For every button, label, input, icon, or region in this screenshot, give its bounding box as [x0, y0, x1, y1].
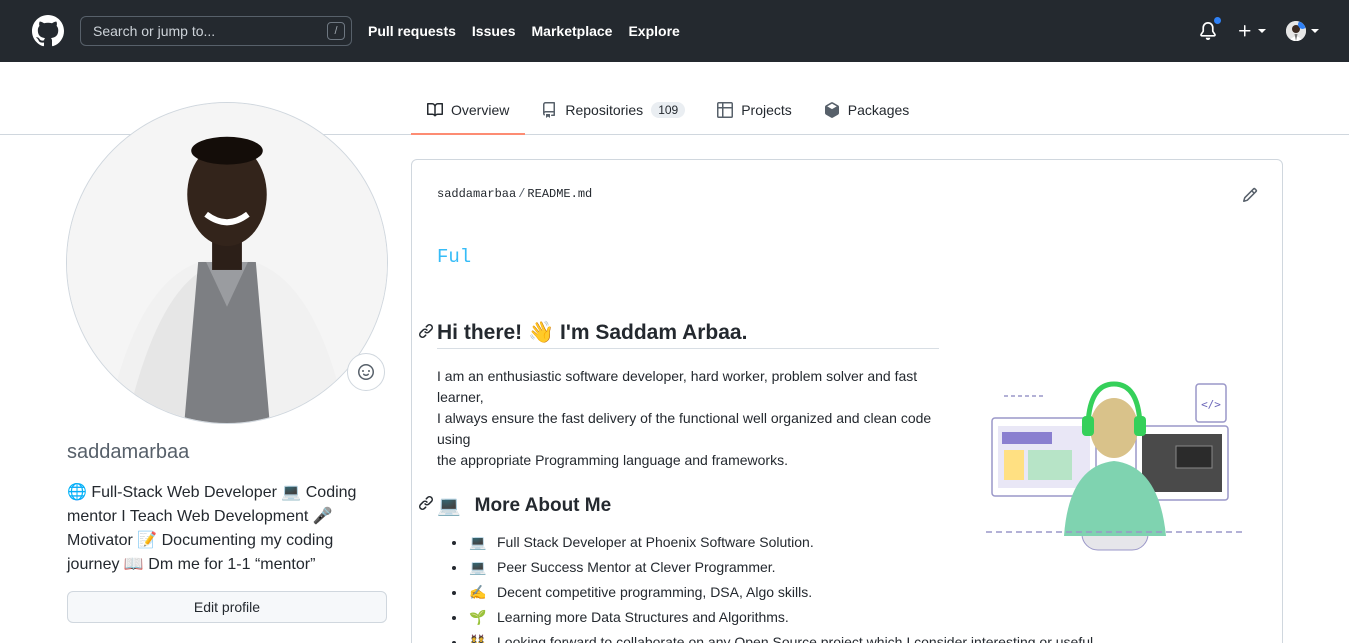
developer-illustration: </>: [986, 381, 1244, 551]
intro-line: the appropriate Programming language and…: [437, 452, 788, 468]
path-separator: /: [518, 187, 526, 201]
list-item: 🌱 Learning more Data Structures and Algor…: [467, 607, 1097, 632]
profile-username: saddamarbaa: [67, 441, 190, 463]
laptop-emoji: 💻: [437, 496, 461, 517]
search-placeholder: Search or jump to...: [93, 23, 216, 39]
more-about-heading: 💻 More About Me: [419, 494, 612, 518]
nav-explore[interactable]: Explore: [628, 23, 679, 39]
profile-avatar[interactable]: [66, 102, 388, 424]
global-nav: Pull requests Issues Marketplace Explore: [368, 0, 680, 62]
intro-line: learner,: [437, 389, 484, 405]
search-input[interactable]: Search or jump to... /: [80, 16, 352, 46]
avatar: [1286, 21, 1306, 41]
create-new-dropdown[interactable]: [1237, 23, 1266, 39]
readme-path: saddamarbaa / README.md: [437, 187, 592, 201]
repo-count-badge: 109: [651, 102, 686, 118]
edit-profile-button[interactable]: Edit profile: [67, 591, 387, 623]
heading-text: Hi there! 👋 I'm Saddam Arbaa.: [437, 321, 748, 344]
nav-pull-requests[interactable]: Pull requests: [368, 23, 456, 39]
tab-label: Overview: [451, 102, 510, 118]
intro-line: I am an enthusiastic software developer,…: [437, 368, 918, 384]
list-emoji: 💻: [469, 534, 487, 550]
notifications-bell-icon[interactable]: [1199, 16, 1222, 41]
tab-repositories[interactable]: Repositories 109: [525, 86, 701, 134]
list-text: Decent competitive programming, DSA, Alg…: [497, 584, 813, 600]
tab-label: Repositories: [565, 102, 644, 118]
tab-overview[interactable]: Overview: [411, 86, 526, 135]
notification-dot: [1213, 16, 1222, 25]
user-menu-dropdown[interactable]: [1286, 21, 1319, 41]
svg-text:</>: </>: [1201, 398, 1221, 411]
top-header: Search or jump to... / Pull requests Iss…: [0, 0, 1349, 62]
plus-icon: [1239, 25, 1251, 37]
readme-file-name: README.md: [527, 187, 593, 201]
tab-projects[interactable]: Projects: [701, 86, 808, 134]
list-text: Learning more Data Structures and Algori…: [497, 609, 789, 625]
list-emoji: ✍️: [469, 584, 487, 600]
search-shortcut-key: /: [327, 22, 345, 40]
chevron-down-icon: [1258, 29, 1266, 33]
pencil-icon: [1242, 187, 1258, 203]
list-text: Full Stack Developer at Phoenix Software…: [497, 534, 814, 550]
github-logo-icon[interactable]: [32, 15, 64, 47]
status-dot: [1298, 21, 1306, 29]
anchor-link-icon[interactable]: [418, 495, 434, 517]
list-item: 💻 Peer Success Mentor at Clever Programme…: [467, 557, 1097, 582]
edit-readme-button[interactable]: [1242, 187, 1258, 206]
anchor-link-icon[interactable]: [418, 321, 434, 345]
list-item: ✍️ Decent competitive programming, DSA, A…: [467, 582, 1097, 607]
profile-bio: 🌐 Full-Stack Web Developer 💻 Coding ment…: [67, 484, 357, 573]
table-icon: [717, 102, 734, 118]
smiley-icon: [358, 364, 374, 380]
package-icon: [824, 102, 839, 118]
profile-tabs: Overview Repositories 109 Projects Packa…: [411, 86, 925, 135]
nav-marketplace[interactable]: Marketplace: [532, 23, 613, 39]
tab-packages[interactable]: Packages: [808, 86, 925, 134]
list-emoji: 🌱: [469, 609, 487, 625]
set-status-button[interactable]: [347, 353, 385, 391]
readme-box: saddamarbaa / README.md Ful Hi there! 👋 I'…: [411, 159, 1283, 643]
header-actions: [1199, 0, 1319, 62]
readme-owner-link[interactable]: saddamarbaa: [437, 187, 516, 201]
tab-label: Packages: [847, 102, 910, 118]
typing-animation-text: Ful: [437, 246, 472, 268]
nav-issues[interactable]: Issues: [472, 23, 516, 39]
book-icon: [427, 102, 443, 117]
more-about-text: More About Me: [474, 495, 612, 516]
repo-icon: [543, 102, 556, 118]
list-text: Looking forward to collaborate on any Op…: [497, 634, 1098, 643]
chevron-down-icon: [1311, 29, 1319, 33]
list-item: 👯 Looking forward to collaborate on any O…: [467, 632, 1097, 643]
intro-line: I always ensure the fast delivery of the…: [437, 410, 932, 426]
list-emoji: 💻: [469, 559, 487, 575]
readme-heading: Hi there! 👋 I'm Saddam Arbaa.: [419, 318, 939, 349]
intro-line: using: [437, 431, 471, 447]
intro-paragraph: I am an enthusiastic software developer,…: [437, 366, 937, 471]
list-emoji: 👯: [469, 634, 487, 643]
list-text: Peer Success Mentor at Clever Programmer…: [497, 559, 776, 575]
tab-label: Projects: [741, 102, 792, 118]
